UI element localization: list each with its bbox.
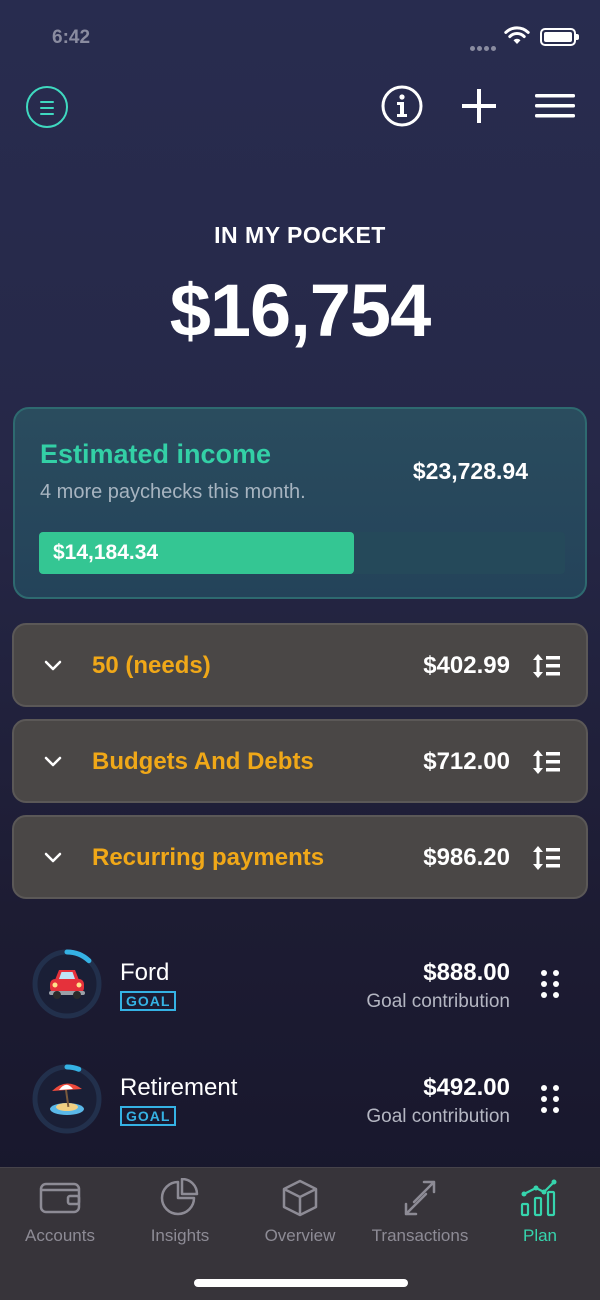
goal-subtitle: Goal contribution [366, 991, 510, 1012]
goal-row[interactable]: Retirement GOAL $492.00 Goal contributio… [0, 1064, 600, 1154]
income-total: $23,728.94 [412, 458, 528, 484]
goal-subtitle: Goal contribution [366, 1106, 510, 1127]
balance-label: IN MY POCKET [214, 222, 386, 248]
home-indicator[interactable] [194, 1279, 408, 1287]
goal-amount: $888.00 [423, 959, 510, 986]
hamburger-menu-button[interactable] [534, 84, 576, 128]
info-icon[interactable] [380, 84, 424, 128]
tab-label: Plan [522, 1226, 558, 1245]
tab-label: Insights [150, 1226, 210, 1245]
sort-icon[interactable] [532, 844, 562, 872]
goal-amount: $492.00 [423, 1074, 510, 1101]
category-row[interactable]: Recurring payments $986.20 [12, 815, 588, 899]
category-name: 50 (needs) [92, 652, 211, 679]
beach-umbrella-icon [50, 1083, 84, 1115]
wallet-icon [39, 1182, 81, 1214]
chevron-down-icon[interactable] [42, 655, 64, 677]
battery-icon [540, 28, 579, 46]
goal-badge: GOAL [120, 1106, 177, 1126]
tab-label: Overview [264, 1226, 336, 1245]
side-menu-button[interactable] [26, 86, 68, 128]
goal-row[interactable]: Ford GOAL $888.00 Goal contribution [0, 949, 600, 1039]
wifi-icon [504, 26, 530, 44]
tab-overview[interactable]: Overview [240, 1178, 360, 1258]
tab-plan[interactable]: Plan [480, 1178, 600, 1258]
balance-value: $16,754 [169, 269, 432, 352]
cube-icon [282, 1179, 318, 1217]
tab-label: Transactions [371, 1226, 469, 1245]
category-amount: $712.00 [423, 748, 510, 775]
income-subtitle: 4 more paychecks this month. [40, 481, 306, 503]
drag-handle-icon[interactable] [540, 969, 560, 999]
status-time: 6:42 [52, 27, 91, 48]
category-amount: $402.99 [423, 652, 510, 679]
sort-icon[interactable] [532, 652, 562, 680]
category-row[interactable]: Budgets And Debts $712.00 [12, 719, 588, 803]
car-icon [49, 970, 85, 999]
tab-insights[interactable]: Insights [120, 1178, 240, 1258]
estimated-income-card[interactable]: Estimated income 4 more paychecks this m… [13, 407, 587, 599]
chevron-down-icon[interactable] [42, 751, 64, 773]
chevron-down-icon[interactable] [42, 847, 64, 869]
plan-chart-icon [520, 1179, 557, 1217]
category-name: Budgets And Debts [92, 748, 314, 775]
income-received-amount: $14,184.34 [53, 541, 159, 564]
status-bar: 6:42 [0, 0, 600, 70]
sort-icon[interactable] [532, 748, 562, 776]
tab-label: Accounts [25, 1226, 95, 1245]
drag-handle-icon[interactable] [540, 1084, 560, 1114]
category-amount: $986.20 [423, 844, 510, 871]
goal-badge: GOAL [120, 991, 177, 1011]
pie-chart-icon [160, 1178, 199, 1216]
income-title: Estimated income [40, 439, 272, 469]
transfer-arrows-icon [404, 1180, 436, 1216]
goal-name: Retirement [120, 1074, 238, 1101]
goal-name: Ford [120, 959, 170, 986]
add-button[interactable] [458, 84, 500, 128]
tab-accounts[interactable]: Accounts [0, 1178, 120, 1258]
income-progress-bar: $14,184.34 [39, 532, 565, 574]
category-row[interactable]: 50 (needs) $402.99 [12, 623, 588, 707]
signal-icon [470, 38, 498, 51]
category-name: Recurring payments [92, 844, 325, 871]
tab-transactions[interactable]: Transactions [360, 1178, 480, 1258]
